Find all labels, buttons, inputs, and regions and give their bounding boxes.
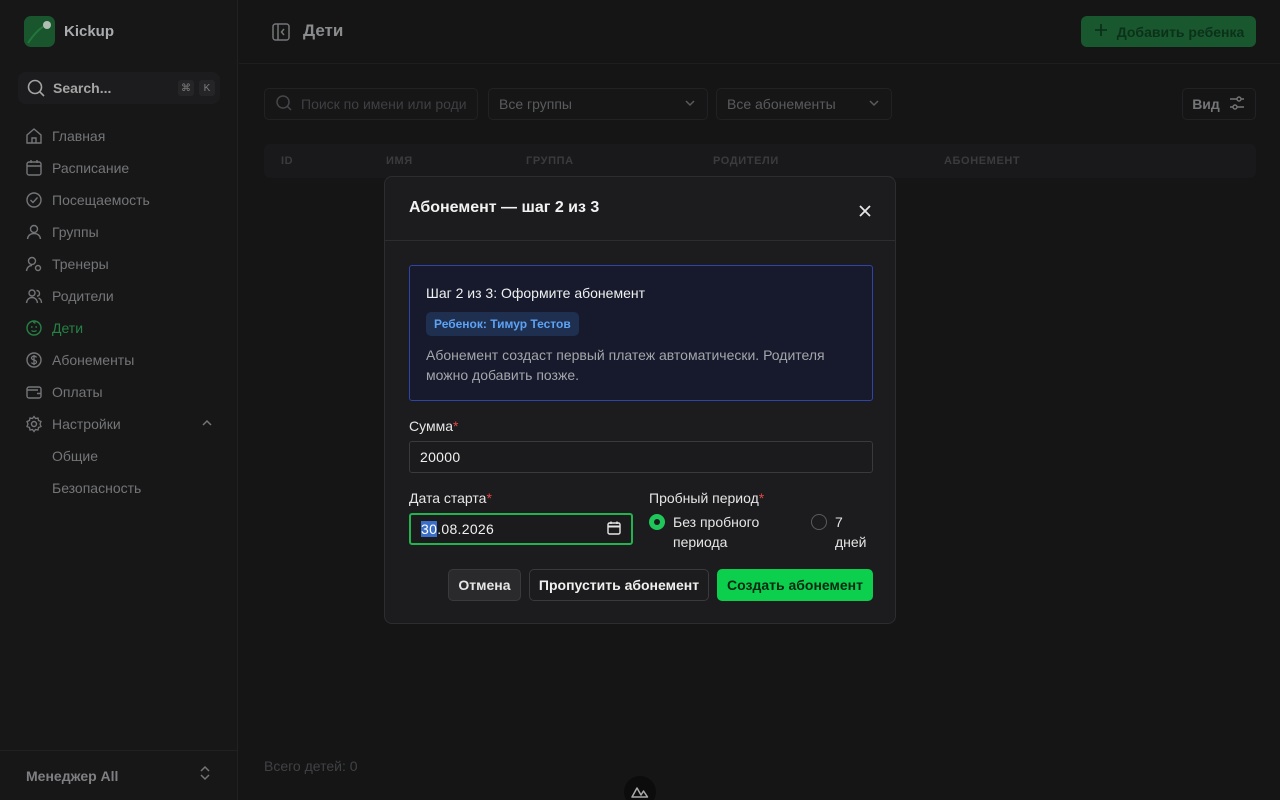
step-info-title: Шаг 2 из 3: Оформите абонемент xyxy=(426,285,646,301)
radio-unchecked-icon xyxy=(811,514,827,530)
trial-option-7-days[interactable]: 7 дней xyxy=(811,512,873,552)
trial-period-label: Пробный период* xyxy=(649,490,765,506)
required-mark: * xyxy=(453,418,459,434)
required-mark: * xyxy=(758,490,765,506)
subscription-modal: Абонемент — шаг 2 из 3 Шаг 2 из 3: Оформ… xyxy=(384,176,896,624)
modal-title: Абонемент — шаг 2 из 3 xyxy=(409,199,600,216)
trial-option-none[interactable]: Без пробного периода xyxy=(649,512,789,552)
date-day-selected: 30 xyxy=(421,521,438,537)
step-info-description: Абонемент создаст первый платеж автомати… xyxy=(426,347,825,383)
create-subscription-button[interactable]: Создать абонемент xyxy=(717,569,873,601)
step-info-panel: Шаг 2 из 3: Оформите абонемент Ребенок: … xyxy=(409,265,873,401)
required-mark: * xyxy=(486,490,492,506)
cancel-button[interactable]: Отмена xyxy=(448,569,521,601)
start-date-label: Дата старта* xyxy=(409,490,492,506)
radio-checked-icon xyxy=(649,514,665,530)
date-rest: .08.2026 xyxy=(437,521,495,537)
trial-option-label: Без пробного периода xyxy=(673,514,760,550)
calendar-icon[interactable] xyxy=(607,521,621,538)
amount-input[interactable]: 20000 xyxy=(409,441,873,473)
amount-value: 20000 xyxy=(420,449,461,465)
child-chip: Ребенок: Тимур Тестов xyxy=(426,312,579,336)
amount-label: Сумма* xyxy=(409,418,459,434)
skip-subscription-button[interactable]: Пропустить абонемент xyxy=(529,569,709,601)
trial-option-label: 7 дней xyxy=(835,514,867,550)
modal-divider xyxy=(385,240,895,241)
close-icon[interactable] xyxy=(853,199,877,223)
start-date-input[interactable]: 30.08.2026 xyxy=(409,513,633,545)
